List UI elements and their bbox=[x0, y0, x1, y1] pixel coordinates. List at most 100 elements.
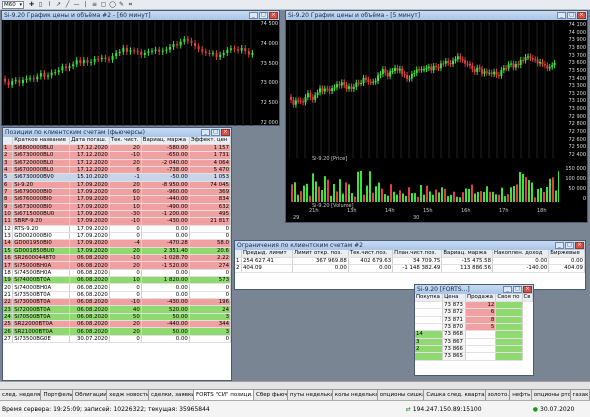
tool-button[interactable]: ↗ bbox=[54, 1, 63, 9]
maximize-button[interactable]: □ bbox=[567, 12, 576, 19]
column-header[interactable]: Св bbox=[522, 294, 533, 302]
table-row[interactable]: 3 Si6720000BL0 17.12.2020 20 -2 040.00 4 064 bbox=[3, 159, 231, 167]
tool-button[interactable]: ▯ bbox=[36, 1, 45, 9]
tool-button[interactable]: ◯ bbox=[108, 1, 117, 9]
table-row[interactable]: 27 Si73500BG0E 30.07.2020 0 0.00 0 bbox=[3, 335, 231, 344]
table-row[interactable]: 20 Si74000BH0A 06.08.2020 0 0.00 0 bbox=[3, 283, 231, 292]
column-header[interactable]: Накоплен. доход bbox=[492, 250, 550, 258]
maximize-button[interactable]: □ bbox=[513, 286, 522, 293]
table-row[interactable]: 1 254 627.41 367 969.88 402 679.63 34 709.75… bbox=[235, 257, 585, 266]
workspace-tab[interactable]: сделки, заявки bbox=[149, 390, 194, 400]
workspace-tab[interactable]: Портфель bbox=[41, 390, 73, 400]
column-header[interactable]: Дата погаш. bbox=[69, 137, 110, 145]
column-header[interactable]: Лимит откр. поз. bbox=[292, 250, 349, 258]
workspace-tab[interactable]: золото. bbox=[486, 390, 511, 400]
workspace-tab[interactable]: газак bbox=[571, 390, 590, 400]
column-header[interactable]: Краткое название bbox=[12, 137, 71, 145]
workspace-tab[interactable]: след. неделя. bbox=[0, 390, 42, 400]
table-row[interactable]: 10 Si6715000BU0 17.09.2020 -30 -1 200.00 495 bbox=[3, 210, 231, 219]
tool-button[interactable]: ╱ bbox=[63, 1, 72, 9]
tool-button[interactable]: ▢ bbox=[99, 1, 108, 9]
tool-button[interactable]: ≡ bbox=[90, 1, 99, 9]
close-button[interactable]: × bbox=[577, 12, 586, 19]
workspace-tab[interactable]: FORTS "СИ" позици... bbox=[194, 390, 254, 400]
close-button[interactable]: × bbox=[269, 12, 278, 19]
tool-button[interactable]: ✚ bbox=[27, 1, 36, 9]
table-row[interactable]: 18 Si74500BH0A 06.08.2020 0 0.00 0 bbox=[3, 269, 231, 278]
table-row[interactable]: 25 SR22000BT0A 06.08.2020 20 -440.00 344 bbox=[3, 320, 231, 329]
table-row[interactable]: 17 Si75000BH0A 06.08.2020 20 -1 520.00 274 bbox=[3, 261, 231, 270]
workspace-tab[interactable]: Сбер фьюч bbox=[254, 390, 288, 400]
table-row[interactable]: 73 871 8 bbox=[415, 316, 533, 324]
table-row[interactable]: 73 873 12 bbox=[415, 301, 533, 310]
workspace-tab[interactable]: колы неделька bbox=[333, 390, 378, 400]
table-row[interactable]: 5 Si6730000BV0 15.10.2020 -1 -50.00 1 053 bbox=[3, 173, 231, 182]
table-row[interactable]: 3 73 867 bbox=[415, 338, 533, 346]
volume-chart-5min[interactable] bbox=[289, 166, 559, 202]
table-row[interactable]: 16 SR26000448T0 06.08.2020 -10 -1 028.70 2.22 bbox=[3, 254, 231, 263]
column-header[interactable]: Вариац. маржа bbox=[141, 137, 190, 145]
minimize-button[interactable]: _ bbox=[249, 12, 258, 19]
table-row[interactable]: 8 Si6760000BI0 17.09.2020 10 -440.00 834 bbox=[3, 195, 231, 204]
price-chart-60min[interactable] bbox=[3, 21, 258, 126]
table-row[interactable]: 13 GD002000BI0 17.09.2020 0 0.00 0 bbox=[3, 232, 231, 241]
column-header[interactable]: Предыд. лимит bbox=[241, 250, 294, 258]
table-row[interactable]: 23 Si72000BT0A 06.08.2020 40 520.00 24 bbox=[3, 305, 231, 314]
tool-button[interactable]: — bbox=[72, 1, 81, 9]
column-header[interactable]: Тек. чист. bbox=[109, 137, 142, 145]
tool-button[interactable]: ⌗ bbox=[126, 1, 135, 9]
table-row[interactable]: 2 404.09 0.00 0.00 -1 148 382.49 113 886.56 -1… bbox=[235, 264, 585, 273]
workspace-tab[interactable]: Сишка след. квартал bbox=[424, 390, 486, 400]
table-row[interactable]: 11 SBRF-9.20 17.09.2020 -10 -430.00 21 817 bbox=[3, 217, 231, 226]
workspace-tab[interactable]: хедж новости bbox=[107, 390, 149, 400]
workspace-tab[interactable]: нефть bbox=[510, 390, 532, 400]
column-header[interactable]: Продажа bbox=[465, 294, 497, 302]
close-button[interactable]: × bbox=[575, 242, 584, 249]
close-button[interactable]: × bbox=[523, 286, 532, 293]
table-row[interactable]: 6 Si-9.20 17.09.2020 20 -8 950.00 74 045 bbox=[3, 181, 231, 189]
tool-button[interactable]: ⌇ bbox=[45, 1, 54, 9]
minimize-button[interactable]: _ bbox=[555, 242, 564, 249]
maximize-button[interactable]: □ bbox=[211, 129, 220, 136]
table-row[interactable]: 7 Si6790000BI0 17.09.2020 60 -960.00 369 bbox=[3, 188, 231, 197]
minimize-button[interactable]: _ bbox=[503, 286, 512, 293]
table-row[interactable]: 2 Si6730000BL0 17.12.2020 -10 -650.00 1 731 bbox=[3, 151, 231, 160]
workspace-tab[interactable]: Облигации bbox=[73, 390, 108, 400]
minimize-button[interactable]: _ bbox=[201, 129, 210, 136]
table-row[interactable]: 9 Si6730000BI0 17.09.2020 10 -490.00 632 bbox=[3, 203, 231, 211]
table-row[interactable]: 19 Si74000BT0A 06.08.2020 10 1 820.00 573 bbox=[3, 276, 231, 285]
table-row[interactable]: 26 SR21000BT0A 06.08.2020 20 50.00 3 bbox=[3, 327, 231, 336]
workspace-tab[interactable]: путы неделька bbox=[288, 390, 333, 400]
table-row[interactable]: 73 865 bbox=[415, 352, 533, 361]
tool-button[interactable]: ✎ bbox=[117, 1, 126, 9]
tool-button[interactable]: | bbox=[81, 1, 90, 9]
table-row[interactable]: 4 Si6700000BL0 17.12.2020 6 -738.00 5 470 bbox=[3, 166, 231, 175]
column-header[interactable]: Эффект. цен bbox=[189, 137, 231, 145]
table-row[interactable]: 73 872 6 bbox=[415, 308, 533, 317]
table-row[interactable]: 1 Si6800000BL0 17.12.2020 20 -580.00 1 157 bbox=[3, 144, 231, 153]
column-header[interactable]: Своя по bbox=[495, 294, 523, 302]
column-header[interactable]: Вариац. маржа bbox=[441, 250, 494, 258]
table-row[interactable]: 22 Si73000BT0A 06.08.2020 -10 -430.00 196 bbox=[3, 298, 231, 307]
column-header[interactable]: Биржевые bbox=[548, 250, 585, 258]
workspace-tab[interactable]: опционы сишка bbox=[378, 390, 425, 400]
minimize-button[interactable]: _ bbox=[557, 12, 566, 19]
table-row[interactable]: 24 Si70500BT0A 06.08.2020 50 50.00 3 bbox=[3, 313, 231, 322]
timeframe-select[interactable]: M60 bbox=[2, 0, 24, 9]
maximize-button[interactable]: □ bbox=[565, 242, 574, 249]
column-header[interactable]: Цена bbox=[442, 294, 467, 302]
table-row[interactable]: 14 GD001950BI0 17.09.2020 -4 -470.28 58.0 bbox=[3, 239, 231, 248]
column-header[interactable]: Покупка bbox=[415, 294, 444, 302]
maximize-button[interactable]: □ bbox=[259, 12, 268, 19]
close-button[interactable]: × bbox=[221, 129, 230, 136]
price-chart-5min[interactable] bbox=[289, 22, 559, 158]
table-row[interactable]: 21 Si73500BT0A 06.08.2020 0 0.00 0 bbox=[3, 291, 231, 300]
table-row[interactable]: 14 73 868 bbox=[415, 330, 533, 339]
table-row[interactable]: 12 RTS-9.20 17.09.2020 0 0.00 0 bbox=[3, 225, 231, 233]
column-header[interactable]: План.чист.поз. bbox=[392, 250, 443, 258]
column-header[interactable] bbox=[3, 137, 14, 145]
workspace-tab[interactable]: опционы ртс bbox=[532, 390, 571, 400]
column-header[interactable]: Тек.чист.поз. bbox=[348, 250, 394, 258]
table-row[interactable]: 15 GD001850BU0 17.09.2020 20 2 351.40 20.6 bbox=[3, 247, 231, 256]
table-row[interactable]: 2 73 866 bbox=[415, 345, 533, 354]
